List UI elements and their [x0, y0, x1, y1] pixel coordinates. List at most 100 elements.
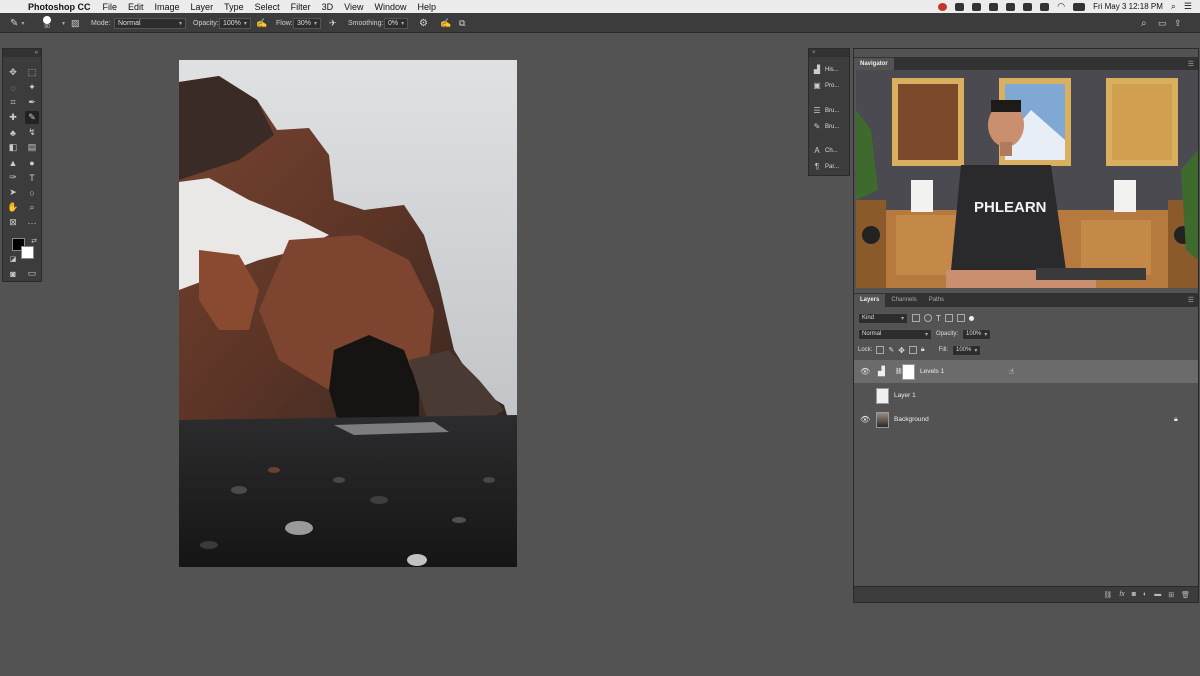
menu-file[interactable]: File — [103, 2, 118, 12]
layer-name[interactable]: Background — [894, 416, 929, 423]
workspace-icon[interactable]: ▭ — [1158, 13, 1167, 33]
fill-field[interactable]: 100% ▾ — [952, 344, 982, 356]
dock-header[interactable]: × — [809, 49, 849, 57]
default-colors-icon[interactable]: ◪ — [6, 252, 20, 265]
control-center-icon[interactable]: ☰ — [1184, 1, 1192, 12]
canvas-image[interactable] — [179, 60, 517, 567]
clock[interactable]: Fri May 3 12:18 PM — [1093, 2, 1163, 11]
layer-row-background[interactable]: 👁︎ Background 🔒︎ — [854, 408, 1198, 431]
record-icon[interactable] — [938, 2, 948, 11]
hand-tool-icon[interactable]: ✋ — [6, 201, 20, 214]
cloud-icon[interactable] — [955, 2, 965, 11]
layer-mask-thumbnail[interactable] — [902, 363, 915, 380]
menu-edit[interactable]: Edit — [128, 2, 144, 12]
new-group-folder-icon[interactable]: ▬ — [1154, 591, 1161, 598]
tools-panel-header[interactable]: » — [3, 49, 41, 57]
lock-transparent-icon[interactable] — [876, 346, 885, 354]
filter-toggle-icon[interactable] — [968, 315, 974, 321]
menu-help[interactable]: Help — [417, 2, 436, 12]
menu-3d[interactable]: 3D — [322, 2, 334, 12]
dodge-tool-icon[interactable]: ● — [25, 156, 39, 169]
more-tools-icon[interactable]: ··· — [25, 216, 39, 229]
smoothing-field[interactable]: 0% ▾ — [384, 17, 409, 29]
lock-position-icon[interactable]: ✥ — [898, 346, 905, 355]
magic-wand-tool-icon[interactable]: ✦ — [25, 81, 39, 94]
lock-image-icon[interactable]: ✎ — [888, 346, 894, 354]
battery-icon[interactable] — [1073, 2, 1086, 11]
menu-type[interactable]: Type — [224, 2, 244, 12]
layer-name[interactable]: Levels 1 — [920, 368, 944, 375]
ellipse-tool-icon[interactable]: ○ — [25, 186, 39, 199]
swap-colors-icon[interactable]: ⇄ — [27, 234, 41, 247]
new-layer-icon[interactable]: ⊞ — [1168, 591, 1174, 599]
layer-thumbnail[interactable] — [876, 387, 889, 404]
history-brush-tool-icon[interactable]: ↯ — [25, 126, 39, 139]
layer-name[interactable]: Layer 1 — [894, 392, 916, 399]
screen-mode-icon[interactable]: ▭ — [25, 267, 39, 280]
dock-item-histogram[interactable]: ▟ His... — [812, 63, 848, 76]
wifi-icon[interactable]: ◠ — [1057, 1, 1065, 12]
menu-layer[interactable]: Layer — [191, 2, 214, 12]
search-icon[interactable]: ⌕ — [1141, 13, 1147, 33]
volume-icon[interactable] — [1040, 2, 1050, 11]
share-icon[interactable]: ⇪ — [1174, 13, 1182, 33]
dock-item-properties[interactable]: ▣ Pro... — [812, 79, 848, 92]
filter-pixel-icon[interactable] — [912, 314, 920, 322]
link-layers-icon[interactable]: ⛓ — [1103, 591, 1112, 599]
opacity-field[interactable]: 100% ▾ — [219, 17, 251, 29]
menu-filter[interactable]: Filter — [291, 2, 311, 12]
lasso-tool-icon[interactable]: ◌ — [6, 81, 20, 94]
brush-size-picker[interactable]: 90 — [43, 13, 51, 33]
edit-toolbar-icon[interactable]: ⊠ — [6, 216, 20, 229]
filter-shape-icon[interactable] — [944, 314, 953, 322]
new-adjustment-layer-icon[interactable]: ◐ — [1143, 591, 1147, 598]
brush-tool-preset-icon[interactable]: ✎ ▾ — [10, 13, 24, 33]
filter-adjustment-icon[interactable] — [924, 314, 932, 322]
smoothing-settings-gear-icon[interactable]: ⚙ — [419, 13, 428, 33]
filter-kind-dropdown[interactable]: Kind ▾ — [858, 312, 908, 324]
eye-visibility-icon[interactable]: 👁︎ — [860, 415, 870, 424]
airbrush-icon[interactable]: ✈ — [329, 13, 337, 33]
background-color-swatch[interactable] — [21, 246, 34, 259]
brush-size-caret-icon[interactable]: ▾ — [62, 13, 65, 33]
pressure-opacity-icon[interactable]: ✍ — [256, 13, 267, 33]
tab-channels[interactable]: Channels — [885, 294, 922, 307]
brush-panel-toggle-icon[interactable]: ▨ — [71, 13, 80, 33]
display-icon[interactable] — [1006, 2, 1016, 11]
brush-tool-icon[interactable]: ✎ — [25, 111, 39, 124]
panel-menu-icon[interactable]: ☰ — [1188, 60, 1194, 68]
delete-layer-trash-icon[interactable]: 🗑︎ — [1181, 591, 1190, 599]
lock-artboard-icon[interactable] — [908, 346, 917, 354]
lock-all-icon[interactable]: 🔒︎ — [921, 346, 925, 354]
blur-tool-icon[interactable]: ▲ — [6, 156, 20, 169]
dock-item-brush-settings[interactable]: ☰ Bru... — [812, 104, 848, 117]
clone-stamp-tool-icon[interactable]: ♣ — [6, 126, 20, 139]
filter-type-icon[interactable]: T — [936, 314, 941, 323]
menu-image[interactable]: Image — [155, 2, 180, 12]
tab-paths[interactable]: Paths — [923, 294, 950, 307]
gradient-tool-icon[interactable]: ▤ — [25, 141, 39, 154]
symmetry-icon[interactable]: ⧉ — [459, 13, 465, 33]
flow-field[interactable]: 30% ▾ — [293, 17, 322, 29]
menu-window[interactable]: Window — [374, 2, 406, 12]
pen-tool-icon[interactable]: ✑ — [6, 171, 20, 184]
eraser-tool-icon[interactable]: ◧ — [6, 141, 20, 154]
eyedropper-tool-icon[interactable]: ✒ — [25, 96, 39, 109]
blend-mode-dropdown[interactable]: Normal ▾ — [858, 328, 932, 340]
layer-style-fx-icon[interactable]: fx — [1119, 591, 1124, 598]
dropbox-icon[interactable] — [989, 2, 999, 11]
path-selection-tool-icon[interactable]: ➤ — [6, 186, 20, 199]
dock-item-paragraph[interactable]: ¶ Par... — [812, 160, 848, 173]
mode-dropdown[interactable]: Normal ▾ — [114, 17, 186, 29]
pressure-size-icon[interactable]: ✍ — [440, 13, 451, 33]
menu-select[interactable]: Select — [255, 2, 280, 12]
airplay-icon[interactable] — [1023, 2, 1033, 11]
layer-opacity-field[interactable]: 100% ▾ — [962, 328, 992, 340]
zoom-tool-icon[interactable]: ⌕ — [25, 201, 39, 214]
app-name-menu[interactable]: Photoshop CC — [28, 2, 91, 12]
creative-cloud-icon[interactable] — [972, 2, 982, 11]
quick-mask-icon[interactable]: ◙ — [6, 267, 20, 280]
healing-brush-tool-icon[interactable]: ✚ — [6, 111, 20, 124]
filter-smart-object-icon[interactable] — [956, 314, 965, 322]
menu-view[interactable]: View — [344, 2, 363, 12]
